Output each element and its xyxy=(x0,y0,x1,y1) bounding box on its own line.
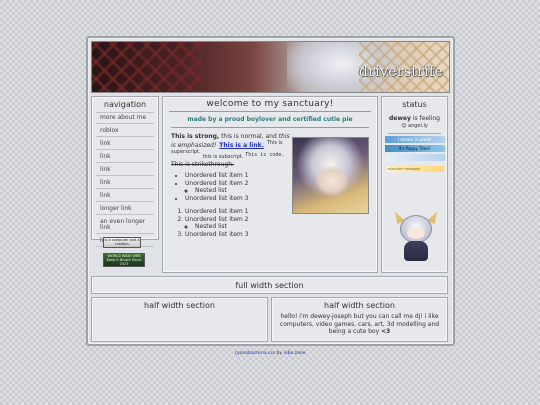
main-content: This is strong, this is normal, and this… xyxy=(163,133,377,214)
nav-link[interactable]: link xyxy=(96,165,154,176)
world-wide-web-badge[interactable]: WORLD WIDE WEB Keep it Brown Since 2023 xyxy=(103,253,145,267)
stamp-badge: mischief managed xyxy=(385,166,444,172)
status-line: dewey is feeling xyxy=(382,115,447,122)
navigation-panel: navigation more about me roblox link lin… xyxy=(91,96,159,247)
character-portrait-image xyxy=(292,137,369,214)
footer-author-link[interactable]: nibo.zone xyxy=(284,351,306,356)
nav-link[interactable]: link xyxy=(96,178,154,189)
nav-link-even-longer[interactable]: an even longer link xyxy=(96,217,154,234)
formatting-demo: This is strong, this is normal, and this… xyxy=(171,133,291,168)
status-name: dewey xyxy=(389,115,411,122)
half-width-title: half width section xyxy=(324,301,395,310)
blinkie-badge: It's Poppy Time! xyxy=(384,145,445,152)
computer-badge[interactable]: is a computer and a modem xyxy=(103,237,141,248)
nav-list: more about me roblox link link link link… xyxy=(92,111,158,250)
subscript-text: this is subscript. xyxy=(202,154,244,161)
status-mood: ☺ angel.ly xyxy=(401,123,428,129)
nav-link[interactable]: link xyxy=(96,191,154,202)
list-item: Nested list xyxy=(195,223,369,231)
lattice-decoration-left xyxy=(92,42,202,92)
status-panel: status dewey is feeling ☺ angel.ly I dre… xyxy=(381,96,448,273)
strikethrough-text: This is strikethrough. xyxy=(171,161,234,169)
nested-list: Nested list xyxy=(195,223,369,231)
list-item: Unordered list item 3 xyxy=(185,231,369,239)
half-width-section-left: half width section xyxy=(91,297,268,342)
list-item: Unordered list item 2 Nested list xyxy=(185,216,369,231)
blinkie-badge xyxy=(384,154,445,161)
nav-link-about[interactable]: more about me xyxy=(96,112,154,124)
about-text: hello! i'm dewey-joseph but you can call… xyxy=(279,313,440,335)
nav-link-longer[interactable]: longer link xyxy=(96,204,154,215)
blinkie-badge: I dream in pixels xyxy=(384,136,445,143)
site-logo: driverstrife xyxy=(358,64,443,80)
page-subtitle: made by a proud boylover and certified c… xyxy=(187,116,353,123)
normal-text: this is normal, and xyxy=(219,133,277,140)
nav-link-roblox[interactable]: roblox xyxy=(96,126,154,137)
nav-link[interactable]: link xyxy=(96,152,154,163)
main-panel: welcome to my sanctuary! made by a proud… xyxy=(162,96,378,273)
chibi-character-image xyxy=(390,209,442,261)
page-title: welcome to my sanctuary! xyxy=(206,99,334,109)
footer: cyanobacteria.css by nibo.zone xyxy=(234,351,306,356)
full-width-section: full width section xyxy=(91,276,448,294)
code-text: This is code. xyxy=(245,152,285,158)
header-banner: driverstrife xyxy=(91,41,450,93)
demo-link[interactable]: This is a link. xyxy=(218,142,265,149)
half-width-title: half width section xyxy=(144,301,215,310)
half-width-section-right: half width section hello! i'm dewey-jose… xyxy=(271,297,448,342)
divider xyxy=(171,127,369,128)
strong-text: This is strong, xyxy=(171,133,220,140)
full-width-title: full width section xyxy=(235,281,304,290)
nav-link[interactable]: link xyxy=(96,139,154,150)
navigation-title: navigation xyxy=(103,100,147,109)
divider xyxy=(388,133,441,134)
page-container: driverstrife navigation more about me ro… xyxy=(86,36,455,346)
status-feeling: is feeling xyxy=(412,115,440,122)
footer-theme-link[interactable]: cyanobacteria.css xyxy=(235,351,276,356)
status-title: status xyxy=(402,100,427,109)
